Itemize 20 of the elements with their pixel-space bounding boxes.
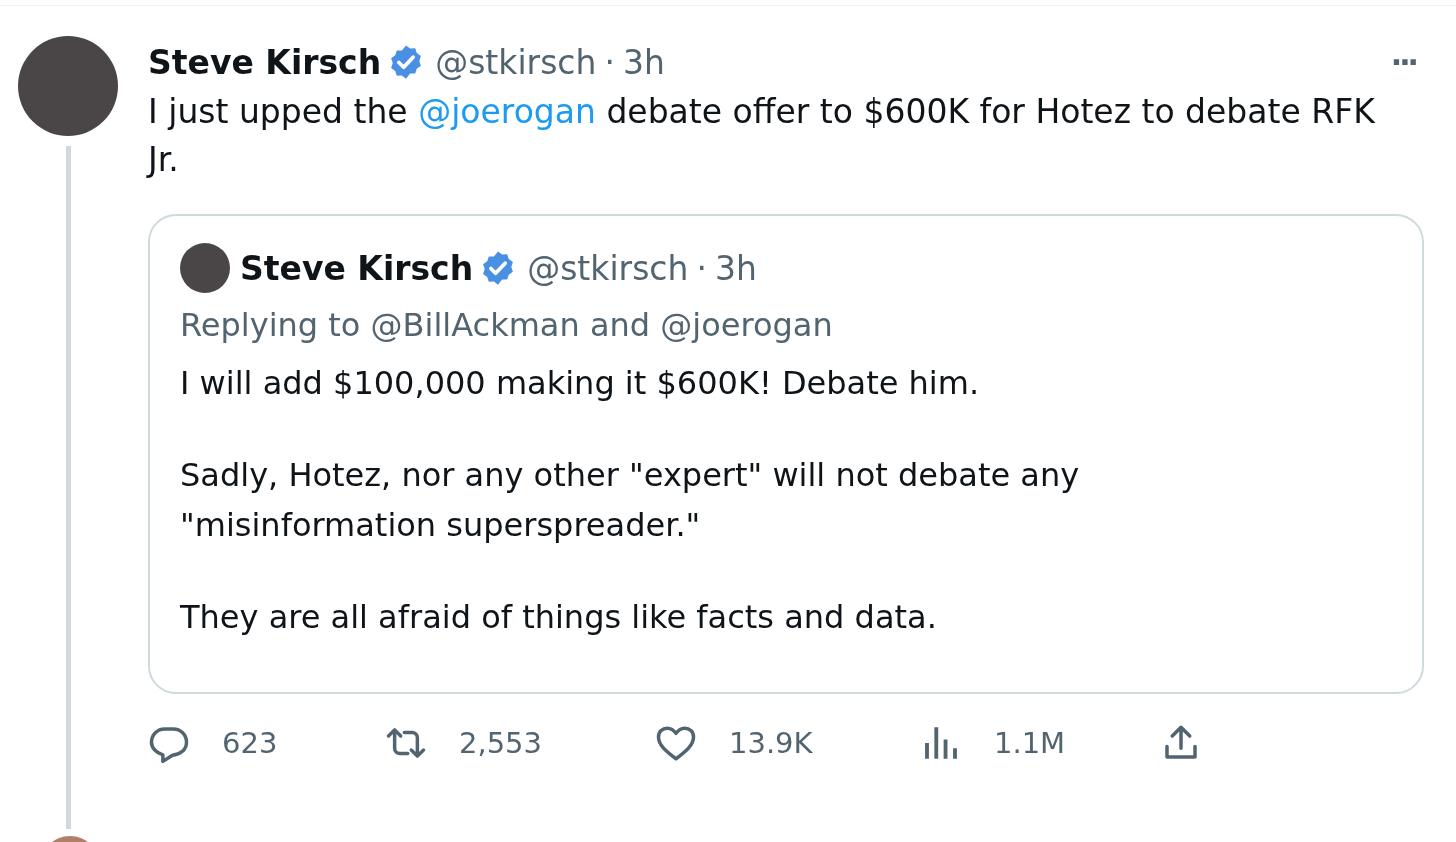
author-name[interactable]: Steve Kirsch bbox=[148, 42, 382, 82]
separator-dot: · bbox=[696, 248, 707, 288]
post-time: 3h bbox=[714, 248, 757, 288]
author-handle[interactable]: @stkirsch bbox=[435, 42, 597, 82]
post-time[interactable]: 3h bbox=[622, 42, 665, 82]
author-handle: @stkirsch bbox=[527, 248, 689, 288]
avatar-placeholder bbox=[180, 243, 230, 293]
like-button[interactable]: 13.9K bbox=[655, 722, 920, 764]
quoted-post-card[interactable] bbox=[148, 214, 1424, 694]
quoted-post-paragraph: Sadly, Hotez, nor any other "expert" will not debate any "misinformation superspreader." bbox=[180, 455, 1081, 546]
reply-button[interactable]: 623 bbox=[148, 722, 385, 764]
separator-dot: · bbox=[604, 42, 615, 82]
quoted-post-paragraph: They are all afraid of things like facts and data. bbox=[180, 597, 938, 638]
quoted-post-paragraph: I will add $100,000 making it $600K! Debate him. bbox=[180, 363, 981, 404]
post-text: I just upped the @joerogan debate offer to $600K for Hotez to debate RFK Jr. bbox=[148, 91, 1377, 181]
repost-button[interactable]: 2,553 bbox=[385, 722, 655, 764]
author-name: Steve Kirsch bbox=[240, 248, 474, 288]
more-options-button[interactable]: ··· bbox=[1382, 44, 1424, 80]
replying-to-text: Replying to @BillAckman and @joerogan bbox=[180, 305, 834, 346]
views-button[interactable]: 1.1M bbox=[920, 722, 1160, 764]
